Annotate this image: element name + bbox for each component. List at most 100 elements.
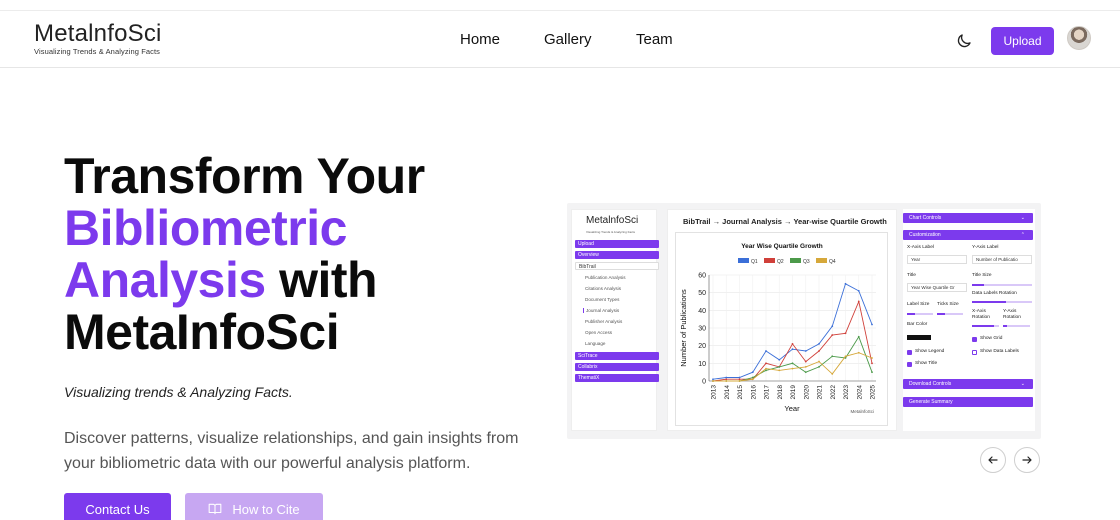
ticks-size-slider <box>937 313 963 315</box>
quartile-line-chart: Year Wise Quartile Growth Q1 Q2 Q3 Q4 0 10 20 30… <box>679 243 877 414</box>
data-point <box>765 350 767 352</box>
legend-label: Q1 <box>751 259 758 265</box>
legend-swatch <box>738 258 749 263</box>
hero-title-line1: Transform Your <box>64 148 425 204</box>
preview-chart-card: Year Wise Quartile Growth Q1 Q2 Q3 Q4 0 10 20 30… <box>675 232 888 426</box>
data-point <box>857 290 860 292</box>
x-tick-label: 2015 <box>737 385 744 400</box>
y-axis-rotation-label: Y-Axis Rotation <box>1003 309 1021 320</box>
bar-color-swatch <box>907 335 931 340</box>
nav-home[interactable]: Home <box>460 31 500 48</box>
title-label: Title <box>907 273 916 278</box>
x-axis-rotation-slider <box>972 325 999 327</box>
data-point <box>804 350 807 352</box>
y-tick-label: 30 <box>698 326 706 333</box>
how-to-cite-button[interactable]: How to Cite <box>185 493 323 520</box>
data-point <box>857 300 860 303</box>
preview-chart-controls-bar: Chart Controls ⌄ <box>903 213 1033 223</box>
show-grid-label: Show Grid <box>980 336 1003 341</box>
preview-sub-item: Language <box>585 341 606 346</box>
customization-label: Customization <box>909 232 941 238</box>
preview-generate-summary-bar: Generate Summary <box>903 397 1033 407</box>
avatar[interactable] <box>1067 26 1091 50</box>
carousel-next-button[interactable] <box>1014 447 1040 473</box>
show-data-labels-label: Show Data Labels <box>980 349 1019 354</box>
preview-sidebar: MetalnfoSci Visualizing Trends & Analyzi… <box>571 209 659 431</box>
label-size-label: Label Size <box>907 302 930 307</box>
label-size-slider <box>907 313 933 315</box>
data-point <box>791 348 794 351</box>
preview-sidebar-scitrace: SciTrace <box>575 352 659 360</box>
nav-gallery[interactable]: Gallery <box>544 31 592 48</box>
y-tick-label: 0 <box>702 379 706 386</box>
data-point <box>778 358 781 361</box>
how-to-cite-label: How to Cite <box>232 501 300 517</box>
data-point <box>738 378 741 381</box>
data-point <box>778 365 781 368</box>
data-point <box>751 371 754 374</box>
data-point <box>765 367 767 370</box>
x-tick-label: 2020 <box>803 385 810 400</box>
data-point <box>844 332 847 335</box>
data-point <box>712 380 714 382</box>
contact-us-label: Contact Us <box>85 501 150 517</box>
preview-sub-item: Publisher Analysis <box>585 319 623 324</box>
y-axis-label-input: Number of Publicatio <box>972 255 1032 264</box>
y-axis-label-title: Y-Axis Label <box>972 245 999 250</box>
show-title-checkbox <box>907 362 912 367</box>
hero-title-accent2: Analysis <box>64 252 266 308</box>
data-point <box>844 355 847 358</box>
legend-label: Q4 <box>829 259 836 265</box>
data-point <box>712 378 714 381</box>
preview-sidebar-collabrix: Collabrix <box>575 363 659 371</box>
data-point <box>831 334 834 336</box>
data-point <box>804 371 807 374</box>
chart-controls-label: Chart Controls <box>909 215 942 221</box>
show-grid-checkbox <box>972 337 977 342</box>
preview-logo-subtitle: Visualizing Trends & Analyzing Facts <box>586 230 635 234</box>
logo-text: MetalnfoSci <box>34 20 162 47</box>
preview-logo: MetalnfoSci Visualizing Trends & Analyzi… <box>586 216 638 237</box>
data-point <box>857 351 860 354</box>
data-point <box>831 325 834 328</box>
nav-team[interactable]: Team <box>636 31 673 48</box>
data-point <box>831 373 834 375</box>
preview-sub-item-active: Journal Analysis <box>583 308 619 313</box>
arrow-left-icon <box>988 456 998 464</box>
show-legend-label: Show Legend <box>915 349 945 354</box>
contact-us-button[interactable]: Contact Us <box>64 493 171 520</box>
y-axis-title: Number of Publications <box>679 289 688 367</box>
data-point <box>844 282 847 285</box>
show-legend-checkbox <box>907 350 912 355</box>
x-tick-label: 2013 <box>711 385 718 400</box>
preview-sub-item: Citations Analysis <box>585 286 622 291</box>
preview-breadcrumb: BibTrail → Journal Analysis → Year-wise … <box>683 217 887 226</box>
arrow-right-icon <box>1022 456 1032 464</box>
carousel-prev-button[interactable] <box>980 447 1006 473</box>
x-tick-label: 2023 <box>843 385 850 400</box>
data-point <box>818 343 820 345</box>
data-point <box>725 378 728 381</box>
y-tick-label: 60 <box>698 273 706 280</box>
logo-subtitle: Visualizing Trends & Analyzing Facts <box>34 47 161 56</box>
ticks-size-label: Ticks Size <box>937 302 959 307</box>
data-point <box>871 371 873 374</box>
data-point <box>751 378 754 381</box>
data-point <box>857 335 860 338</box>
book-icon <box>209 503 222 515</box>
moon-icon[interactable] <box>955 32 973 50</box>
y-tick-label: 50 <box>698 290 706 297</box>
top-navbar: MetalnfoSci Visualizing Trends & Analyzi… <box>0 10 1120 68</box>
show-title-label: Show Title <box>915 361 938 366</box>
upload-button[interactable]: Upload <box>991 27 1054 55</box>
hero-tagline: Visualizing trends & Analyzing Facts. <box>64 384 293 400</box>
legend-label: Q3 <box>803 259 810 265</box>
y-tick-label: 20 <box>698 343 706 350</box>
title-input: Year Wise Quartile Gr <box>907 283 967 292</box>
data-point <box>818 350 820 352</box>
data-labels-rotation-label: Data Labels Rotation <box>972 291 1017 296</box>
app-preview-screenshot: MetalnfoSci Visualizing Trends & Analyzi… <box>567 203 1041 439</box>
brand-logo[interactable]: MetalnfoSci Visualizing Trends & Analyzi… <box>34 20 162 57</box>
data-point <box>765 369 767 372</box>
hero-description: Discover patterns, visualize relationshi… <box>64 430 519 472</box>
